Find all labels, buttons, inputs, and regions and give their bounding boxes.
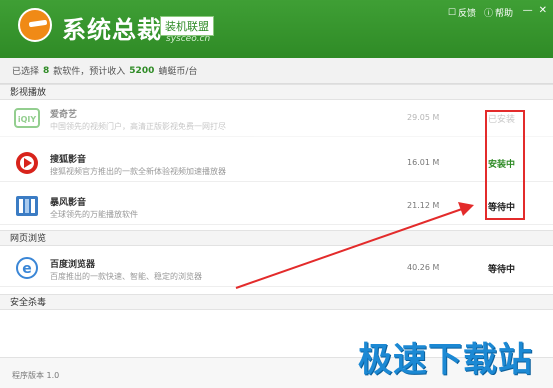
program-version: 程序版本 1.0 bbox=[12, 371, 60, 380]
site-watermark: 极速下载站 bbox=[358, 340, 533, 380]
annotation-arrow-icon bbox=[235, 202, 474, 289]
